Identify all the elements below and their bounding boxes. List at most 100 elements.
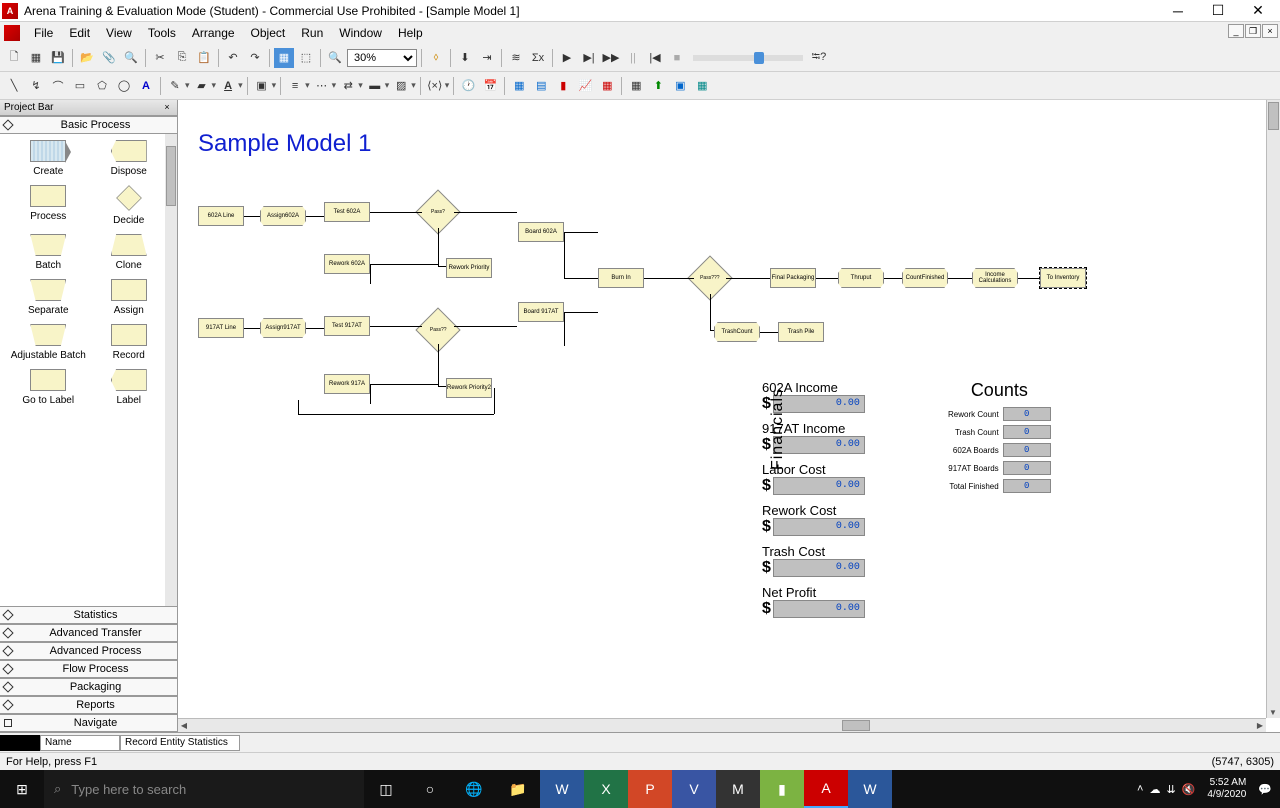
step-button[interactable]: ▶| [579,48,599,68]
box-tool[interactable]: ▭ [70,76,90,96]
taskbar-search[interactable]: ⌕ Type here to search [44,770,364,808]
storage-button[interactable]: ▦ [692,76,712,96]
taskbar-app-powerpoint[interactable]: P [628,770,672,808]
line-width-button[interactable]: ≡ [285,76,305,96]
polyline-tool[interactable]: ↯ [26,76,46,96]
redo-button[interactable]: ↷ [245,48,265,68]
plot-button[interactable]: 📈 [575,76,595,96]
go-button[interactable]: ▶ [557,48,577,68]
mdi-close-button[interactable]: × [1262,24,1278,38]
taskbar-app-chart[interactable]: ▮ [760,770,804,808]
project-bar-close-button[interactable]: × [161,102,173,114]
connect-button[interactable]: ⬨ [426,48,446,68]
start-button[interactable]: ⊞ [0,770,44,808]
node-n18[interactable]: Thruput [838,268,884,288]
submodel-button[interactable]: ⬇ [455,48,475,68]
histogram-button[interactable]: ▮ [553,76,573,96]
line-color-button[interactable]: ✎ [165,76,185,96]
node-n21[interactable]: To Inventory [1040,268,1086,288]
window-bg-button[interactable]: ▣ [252,76,272,96]
module-assign[interactable]: Assign [89,279,170,316]
menu-file[interactable]: File [26,24,61,42]
module-clone[interactable]: Clone [89,234,170,271]
layers-button[interactable]: ▦ [274,48,294,68]
cortana-button[interactable]: ○ [408,770,452,808]
module-decide[interactable]: Decide [89,185,170,226]
node-n10[interactable]: Test 917AT [324,316,370,336]
system-tray[interactable]: ˄ ☁ ⇊ 🔇 5:52 AM 4/9/2020 💬 [1129,777,1280,801]
ellipse-tool[interactable]: ◯ [114,76,134,96]
taskbar-app-explorer[interactable]: 📁 [496,770,540,808]
node-n9[interactable]: Assign917AT [260,318,306,338]
panel-header-advanced-transfer[interactable]: Advanced Transfer [0,624,177,642]
polygon-tool[interactable]: ⬠ [92,76,112,96]
node-n14[interactable]: Rework Priority2 [446,378,492,398]
variable-button[interactable]: ▦ [509,76,529,96]
copy-button[interactable]: ⎘ [172,48,192,68]
node-n3[interactable]: Test 602A [324,202,370,222]
panel-header-statistics[interactable]: Statistics [0,606,177,624]
module-label[interactable]: Label [89,369,170,406]
cut-button[interactable]: ✂ [150,48,170,68]
tray-chevron-icon[interactable]: ˄ [1137,783,1143,795]
taskbar-app-minitab[interactable]: M [716,770,760,808]
paste-button[interactable]: 📋 [194,48,214,68]
node-n7[interactable]: Rework Priority [446,258,492,278]
plot-expression-button[interactable]: ▦ [597,76,617,96]
date-button[interactable]: 📅 [480,76,500,96]
menu-edit[interactable]: Edit [61,24,98,42]
fastforward-button[interactable]: ▶▶ [601,48,621,68]
canvas-vscroll[interactable]: ▲ ▼ [1266,100,1280,718]
menu-tools[interactable]: Tools [140,24,184,42]
node-n17[interactable]: Final Packaging [770,268,816,288]
module-dispose[interactable]: Dispose [89,140,170,177]
node-n1[interactable]: 602A Line [198,206,244,226]
node-n22[interactable]: TrashCount [714,322,760,342]
tray-dropbox-icon[interactable]: ⇊ [1166,783,1175,796]
text-tool[interactable]: A [136,76,156,96]
tray-onedrive-icon[interactable]: ☁ [1149,783,1160,796]
zoom-button[interactable]: 🔍 [325,48,345,68]
tray-clock[interactable]: 5:52 AM 4/9/2020 [1201,777,1252,801]
close-button[interactable]: ✕ [1238,1,1278,21]
taskbar-app-word[interactable]: W [540,770,584,808]
start-over-button[interactable]: |◀ [645,48,665,68]
menu-arrange[interactable]: Arrange [184,24,243,42]
minimize-button[interactable]: ─ [1158,1,1198,21]
tray-notifications-icon[interactable]: 💬 [1258,783,1272,796]
node-n23[interactable]: Trash Pile [778,322,824,342]
panel-header-flow-process[interactable]: Flow Process [0,660,177,678]
save-button[interactable]: 💾 [48,48,68,68]
spreadsheet-panel[interactable]: Name Record Entity Statistics [0,732,1280,752]
resource-button[interactable]: ⬆ [648,76,668,96]
node-n5[interactable]: Board 602A [518,222,564,242]
expression-button[interactable]: ≋ [506,48,526,68]
node-n20[interactable]: Income Calculations [972,268,1018,288]
pause-button[interactable]: || [623,48,643,68]
module-adjustable-batch[interactable]: Adjustable Batch [8,324,89,361]
line-style-button[interactable]: ⋯ [312,76,332,96]
module-go-to-label[interactable]: Go to Label [8,369,89,406]
module-record[interactable]: Record [89,324,170,361]
menu-help[interactable]: Help [390,24,431,42]
fill-color-button[interactable]: ▰ [192,76,212,96]
panel-header-packaging[interactable]: Packaging [0,678,177,696]
sum-button[interactable]: Σx [528,48,548,68]
panel-header-navigate[interactable]: Navigate [0,714,177,732]
clock-button[interactable]: 🕐 [458,76,478,96]
node-n8[interactable]: 917AT Line [198,318,244,338]
taskbar-app-word2[interactable]: W [848,770,892,808]
undo-button[interactable]: ↶ [223,48,243,68]
node-n19[interactable]: CountFinished [902,268,948,288]
taskbar-app-arena[interactable]: A [804,770,848,808]
node-n15[interactable]: Burn In [598,268,644,288]
arrow-style-button[interactable]: ⇄ [338,76,358,96]
tray-volume-icon[interactable]: 🔇 [1182,783,1196,796]
global-button[interactable]: ▣ [670,76,690,96]
zoom-combo[interactable]: 30% [347,49,417,67]
module-process[interactable]: Process [8,185,89,226]
new-button[interactable]: 🗋 [4,48,24,68]
panel-header-advanced-process[interactable]: Advanced Process [0,642,177,660]
model-canvas[interactable]: Sample Model 1 602A LineAssign602ATest 6… [178,100,1280,732]
taskbar-app-chrome[interactable]: 🌐 [452,770,496,808]
